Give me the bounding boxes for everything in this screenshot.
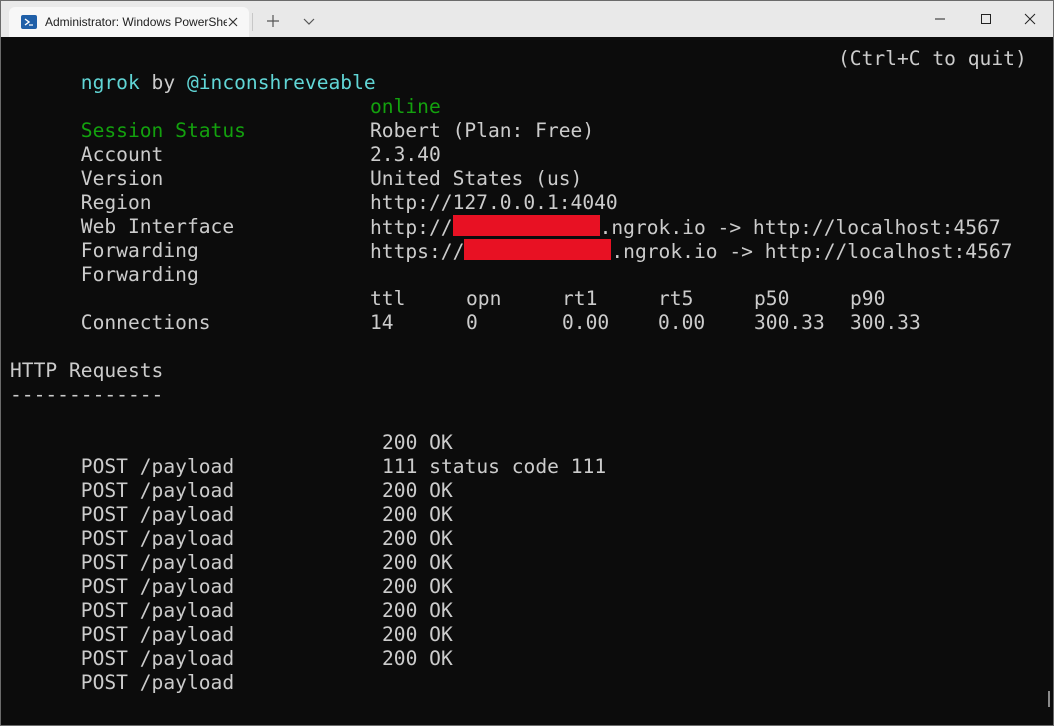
connections-values-row: 14 0 0.00 0.00 300.33 300.33 <box>10 311 1030 335</box>
request-row: POST /payload 200 OK <box>10 599 1030 646</box>
status-row-forwarding-https: Forwarding https:// .ngrok.io -> http://l… <box>10 239 1030 286</box>
request-status: 200 OK <box>382 503 453 526</box>
terminal-output[interactable]: ngrok by @inconshreveable (Ctrl+C to qui… <box>10 47 1046 723</box>
minimize-icon <box>935 18 945 20</box>
chevron-down-icon[interactable] <box>299 11 319 31</box>
status-row-forwarding-http: Forwarding http://.ngrok.io -> http://lo… <box>10 215 1030 262</box>
author-name: @inconshreveable <box>186 71 376 94</box>
request-row: POST /payload 200 OK <box>10 551 1030 598</box>
request-method-path: POST /payload <box>80 671 235 694</box>
request-status: 200 OK <box>382 551 453 574</box>
request-row: POST /payload 200 OK <box>10 575 1030 622</box>
request-row: POST /payload 200 OK <box>10 623 1030 670</box>
version-value: 2.3.40 <box>370 143 441 166</box>
status-row-region: Region United States (us) <box>10 167 1030 214</box>
request-status: 111 status code 111 <box>382 455 607 478</box>
status-row-version: Version 2.3.40 <box>10 143 1030 190</box>
conn-header-p90: p90 <box>850 287 886 310</box>
forwarding-label: Forwarding <box>80 263 199 286</box>
close-button[interactable] <box>1007 1 1053 37</box>
request-status: 200 OK <box>382 575 453 598</box>
conn-header-rt5: rt5 <box>658 287 694 310</box>
forwarding-http-value[interactable]: http:// .ngrok.io -> http://localhost:456… <box>370 215 1001 240</box>
request-row: POST /payload 200 OK <box>10 431 1030 478</box>
tab-divider <box>252 13 253 31</box>
title-bar: Administrator: Windows PowerShell <box>1 1 1053 37</box>
request-status: 200 OK <box>382 527 453 550</box>
request-row: POST /payload 200 OK <box>10 503 1030 550</box>
connections-header-row: Connections ttl opn rt1 rt5 p50 p90 <box>10 287 1030 334</box>
forwarding-https-prefix: https:// <box>370 240 465 263</box>
scrollbar-thumb[interactable] <box>1048 691 1050 707</box>
forwarding-http-suffix: .ngrok.io -> http://localhost:4567 <box>599 216 1001 239</box>
conn-value-rt5: 0.00 <box>658 311 706 334</box>
conn-value-opn: 0 <box>466 311 478 334</box>
request-status: 200 OK <box>382 623 453 646</box>
plus-icon[interactable] <box>263 11 283 31</box>
quit-hint: (Ctrl+C to quit) <box>838 47 1027 70</box>
terminal-window: Administrator: Windows PowerShell ngrok … <box>0 0 1054 726</box>
request-status: 200 OK <box>382 599 453 622</box>
http-requests-underline: ------------- <box>10 383 164 406</box>
request-status: 200 OK <box>382 479 453 502</box>
powershell-icon <box>21 15 37 29</box>
request-row: POST /payload 200 OK <box>10 527 1030 574</box>
status-row-session: Session Status online <box>10 95 1030 142</box>
conn-header-rt1: rt1 <box>562 287 598 310</box>
status-row-web-interface: Web Interface http://127.0.0.1:4040 <box>10 191 1030 238</box>
conn-value-p90: 300.33 <box>850 311 921 334</box>
app-name: ngrok <box>80 71 140 94</box>
tab-powershell[interactable]: Administrator: Windows PowerShell <box>9 7 249 37</box>
ngrok-header: ngrok by @inconshreveable (Ctrl+C to qui… <box>10 47 1030 94</box>
maximize-button[interactable] <box>963 1 1009 37</box>
forwarding-https-suffix: .ngrok.io -> http://localhost:4567 <box>611 240 1013 263</box>
request-status: 200 OK <box>382 431 453 454</box>
redacted-subdomain <box>464 239 612 260</box>
forwarding-http-prefix: http:// <box>370 216 453 239</box>
minimize-button[interactable] <box>917 1 963 37</box>
tab-title: Administrator: Windows PowerShell <box>45 15 227 29</box>
conn-value-rt1: 0.00 <box>562 311 610 334</box>
request-row: POST /payload 111 status code 111 <box>10 455 1030 502</box>
http-requests-title: HTTP Requests <box>10 359 164 382</box>
maximize-icon <box>981 14 991 24</box>
conn-header-ttl: ttl <box>370 287 406 310</box>
conn-header-p50: p50 <box>754 287 790 310</box>
close-icon <box>1024 13 1036 25</box>
conn-value-ttl: 14 <box>370 311 394 334</box>
request-row: POST /payload 200 OK <box>10 479 1030 526</box>
status-row-account: Account Robert (Plan: Free) <box>10 119 1030 166</box>
request-row: POST /payload 200 OK <box>10 647 1030 694</box>
by-text: by <box>139 71 187 94</box>
close-tab-icon[interactable] <box>225 14 241 30</box>
session-status-value: online <box>370 95 441 118</box>
web-interface-value[interactable]: http://127.0.0.1:4040 <box>370 191 618 215</box>
redacted-subdomain <box>452 215 600 236</box>
conn-header-opn: opn <box>466 287 502 310</box>
conn-value-p50: 300.33 <box>754 311 825 334</box>
account-value: Robert (Plan: Free) <box>370 119 595 142</box>
request-status: 200 OK <box>382 647 453 670</box>
forwarding-https-value[interactable]: https:// .ngrok.io -> http://localhost:45… <box>370 239 1012 264</box>
region-value: United States (us) <box>370 167 583 190</box>
